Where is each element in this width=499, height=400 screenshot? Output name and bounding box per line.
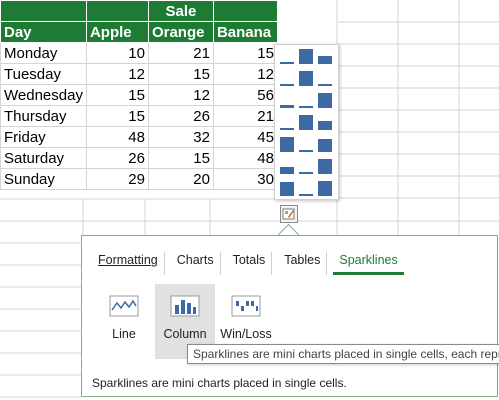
orange-cell[interactable]: 12 bbox=[147, 84, 214, 106]
option-label: Win/Loss bbox=[220, 327, 272, 341]
orange-cell[interactable]: 32 bbox=[147, 126, 214, 148]
apple-cell[interactable]: 12 bbox=[85, 63, 149, 85]
table-row: Tuesday 12 15 12 bbox=[0, 63, 278, 85]
orange-cell[interactable]: 26 bbox=[147, 105, 214, 127]
sparkline-bar bbox=[280, 137, 294, 152]
apple-cell[interactable]: 15 bbox=[85, 84, 149, 106]
day-cell[interactable]: Thursday bbox=[0, 105, 87, 127]
sparkline-column-icon bbox=[170, 295, 200, 317]
header-blank-cell[interactable] bbox=[0, 0, 87, 22]
tab-label: Totals bbox=[232, 253, 266, 267]
apple-cell[interactable]: 15 bbox=[85, 105, 149, 127]
banana-cell[interactable]: 12 bbox=[212, 63, 278, 85]
tab-label: Sparklines bbox=[339, 253, 398, 267]
tab-sparklines[interactable]: Sparklines bbox=[333, 252, 404, 275]
data-table: Sale Day Apple Orange Banana Monday 10 2… bbox=[0, 0, 278, 190]
sparkline-bar bbox=[318, 84, 332, 86]
panel-description: Sparklines are mini charts placed in sin… bbox=[92, 376, 347, 390]
header-cell-apple[interactable]: Apple bbox=[85, 21, 149, 43]
day-cell[interactable]: Friday bbox=[0, 126, 87, 148]
apple-cell[interactable]: 48 bbox=[85, 126, 149, 148]
sparkline-line-option[interactable]: Line bbox=[94, 284, 154, 359]
sparkline-bar bbox=[299, 71, 313, 86]
day-cell[interactable]: Wednesday bbox=[0, 84, 87, 106]
sparkline-bar bbox=[318, 121, 332, 130]
sparkline-bar bbox=[318, 93, 332, 108]
option-label: Column bbox=[163, 327, 207, 341]
quick-analysis-tabs: Formatting Charts Totals Tables Sparklin… bbox=[92, 252, 410, 275]
sparkline-bar bbox=[280, 84, 294, 86]
sparkline-bar bbox=[318, 56, 332, 64]
sparkline-preview bbox=[274, 44, 339, 200]
header-blank-cell[interactable] bbox=[85, 0, 149, 22]
table-header-row: Day Apple Orange Banana bbox=[0, 21, 278, 43]
banana-cell[interactable]: 56 bbox=[212, 84, 278, 106]
day-cell[interactable]: Tuesday bbox=[0, 63, 87, 85]
sparkline-bar bbox=[299, 106, 313, 108]
banana-cell[interactable]: 48 bbox=[212, 147, 278, 169]
sparkline-bar bbox=[280, 182, 294, 196]
header-cell-day[interactable]: Day bbox=[0, 21, 87, 43]
tab-totals[interactable]: Totals bbox=[227, 252, 273, 275]
sparkline-bar bbox=[280, 105, 294, 108]
table-row: Saturday 26 15 48 bbox=[0, 147, 278, 169]
tab-formatting[interactable]: Formatting bbox=[92, 252, 165, 275]
sparkline-bar bbox=[280, 128, 294, 130]
orange-cell[interactable]: 15 bbox=[147, 147, 214, 169]
header-sale-cell[interactable]: Sale bbox=[147, 0, 214, 22]
header-blank-cell[interactable] bbox=[212, 0, 278, 22]
sparkline-bar bbox=[299, 172, 313, 174]
banana-cell[interactable]: 21 bbox=[212, 105, 278, 127]
apple-cell[interactable]: 26 bbox=[85, 147, 149, 169]
table-row: Monday 10 21 15 bbox=[0, 42, 278, 64]
sparkline-bar bbox=[299, 150, 313, 152]
tab-label: Formatting bbox=[98, 253, 158, 267]
table-row: Thursday 15 26 21 bbox=[0, 105, 278, 127]
header-cell-orange[interactable]: Orange bbox=[147, 21, 214, 43]
quick-analysis-icon bbox=[282, 208, 295, 220]
header-cell-banana[interactable]: Banana bbox=[212, 21, 278, 43]
sparkline-bar bbox=[318, 139, 332, 152]
tooltip: Sparklines are mini charts placed in sin… bbox=[187, 344, 499, 364]
sparkline-bar bbox=[299, 115, 313, 130]
table-row: Friday 48 32 45 bbox=[0, 126, 278, 148]
apple-cell[interactable]: 29 bbox=[85, 168, 149, 190]
option-label: Line bbox=[112, 327, 136, 341]
sparkline-bar bbox=[299, 194, 313, 196]
day-cell[interactable]: Sunday bbox=[0, 168, 87, 190]
quick-analysis-button[interactable] bbox=[280, 205, 298, 223]
day-cell[interactable]: Saturday bbox=[0, 147, 87, 169]
tab-label: Charts bbox=[176, 253, 214, 267]
sparkline-winloss-icon bbox=[231, 295, 261, 317]
orange-cell[interactable]: 20 bbox=[147, 168, 214, 190]
banana-cell[interactable]: 15 bbox=[212, 42, 278, 64]
sparkline-bar bbox=[280, 167, 294, 174]
sparkline-bar bbox=[318, 159, 332, 174]
sparkline-bar bbox=[318, 181, 332, 196]
orange-cell[interactable]: 15 bbox=[147, 63, 214, 85]
table-row: Sunday 29 20 30 bbox=[0, 168, 278, 190]
sparkline-bar bbox=[299, 49, 313, 64]
sparkline-line-icon bbox=[109, 295, 139, 317]
day-cell[interactable]: Monday bbox=[0, 42, 87, 64]
banana-cell[interactable]: 45 bbox=[212, 126, 278, 148]
apple-cell[interactable]: 10 bbox=[85, 42, 149, 64]
quick-analysis-panel: Formatting Charts Totals Tables Sparklin… bbox=[81, 235, 498, 397]
tab-tables[interactable]: Tables bbox=[278, 252, 328, 275]
table-header-top-row: Sale bbox=[0, 0, 278, 22]
banana-cell[interactable]: 30 bbox=[212, 168, 278, 190]
tab-charts[interactable]: Charts bbox=[171, 252, 221, 275]
table-row: Wednesday 15 12 56 bbox=[0, 84, 278, 106]
orange-cell[interactable]: 21 bbox=[147, 42, 214, 64]
tab-label: Tables bbox=[284, 253, 321, 267]
sparkline-bar bbox=[280, 62, 294, 64]
